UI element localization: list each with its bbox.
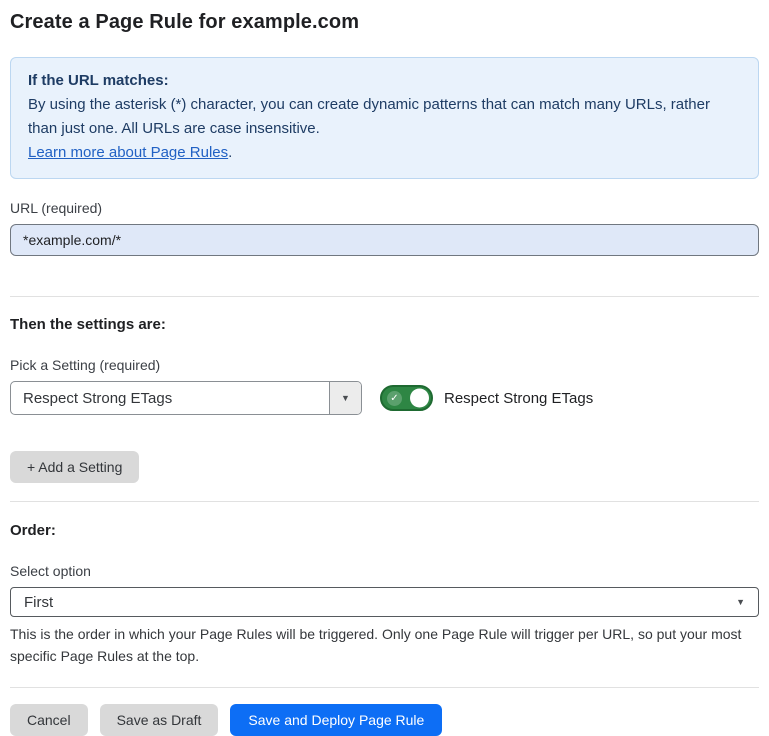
page-title: Create a Page Rule for example.com bbox=[10, 11, 759, 34]
add-setting-button[interactable]: + Add a Setting bbox=[10, 451, 139, 483]
url-input[interactable] bbox=[10, 224, 759, 256]
link-period: . bbox=[228, 144, 232, 161]
url-match-info-box: If the URL matches: By using the asteris… bbox=[10, 57, 759, 179]
settings-heading: Then the settings are: bbox=[10, 316, 759, 333]
etags-toggle-label: Respect Strong ETags bbox=[444, 390, 593, 407]
toggle-knob bbox=[410, 389, 429, 408]
section-divider-top bbox=[10, 296, 759, 297]
order-select-value: First bbox=[24, 594, 53, 611]
info-box-heading: If the URL matches: bbox=[28, 69, 741, 93]
url-field-group: URL (required) bbox=[10, 200, 759, 256]
order-select-label: Select option bbox=[10, 563, 759, 579]
footer-divider bbox=[10, 687, 759, 688]
order-help-text: This is the order in which your Page Rul… bbox=[10, 623, 759, 667]
chevron-down-icon: ▼ bbox=[736, 598, 745, 607]
setting-select-arrow-button[interactable]: ▼ bbox=[329, 382, 361, 414]
setting-select-value: Respect Strong ETags bbox=[11, 382, 329, 414]
learn-more-link[interactable]: Learn more about Page Rules bbox=[28, 144, 228, 161]
chevron-down-icon: ▼ bbox=[341, 394, 350, 403]
footer-actions: Cancel Save as Draft Save and Deploy Pag… bbox=[10, 704, 759, 736]
url-label: URL (required) bbox=[10, 200, 759, 216]
setting-row: Respect Strong ETags ▼ ✓ Respect Strong … bbox=[10, 381, 759, 415]
etags-toggle-group: ✓ Respect Strong ETags bbox=[380, 385, 593, 411]
order-select[interactable]: First ▼ bbox=[10, 587, 759, 617]
cancel-button[interactable]: Cancel bbox=[10, 704, 88, 736]
save-deploy-button[interactable]: Save and Deploy Page Rule bbox=[230, 704, 442, 736]
info-box-body: By using the asterisk (*) character, you… bbox=[28, 93, 741, 141]
section-divider-mid bbox=[10, 501, 759, 502]
check-icon: ✓ bbox=[387, 391, 402, 406]
info-box-link-line: Learn more about Page Rules. bbox=[28, 141, 741, 165]
order-heading: Order: bbox=[10, 522, 759, 539]
etags-toggle[interactable]: ✓ bbox=[380, 385, 433, 411]
create-page-rule-form: Create a Page Rule for example.com If th… bbox=[0, 0, 769, 736]
save-draft-button[interactable]: Save as Draft bbox=[100, 704, 219, 736]
setting-select[interactable]: Respect Strong ETags ▼ bbox=[10, 381, 362, 415]
pick-setting-label: Pick a Setting (required) bbox=[10, 357, 759, 373]
